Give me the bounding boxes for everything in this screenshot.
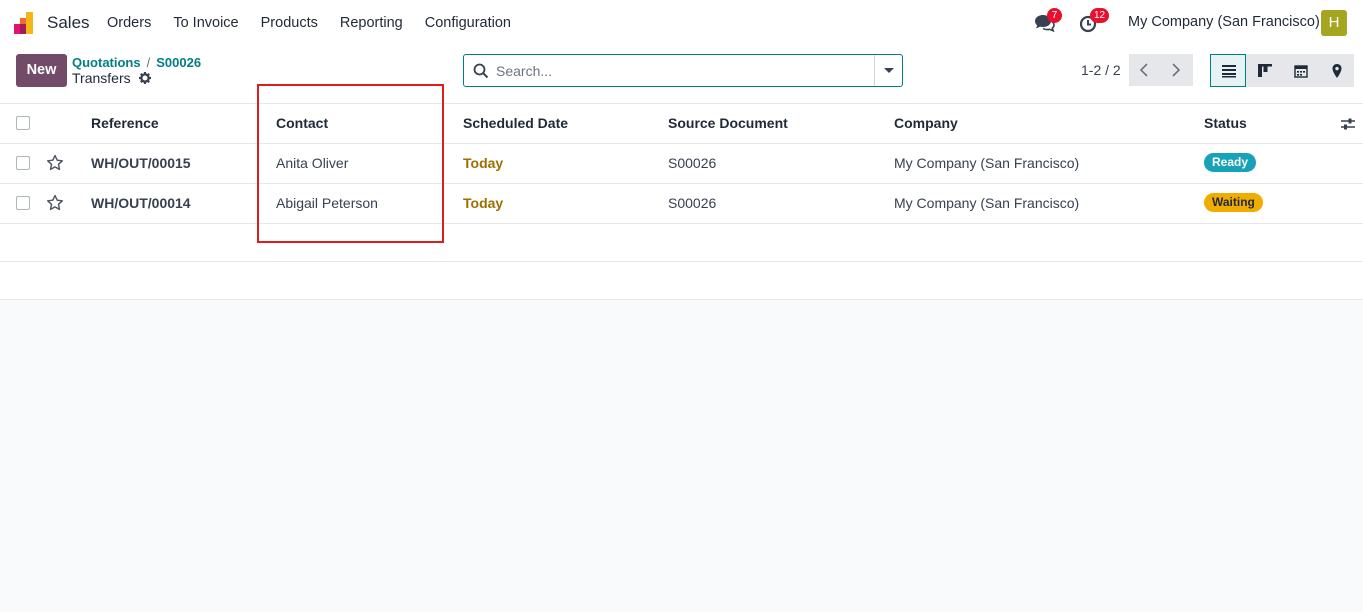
chevron-left-icon — [1139, 63, 1148, 77]
search-options-toggle[interactable] — [874, 55, 902, 86]
pager-previous-button[interactable] — [1129, 54, 1161, 86]
cell-source-document: S00026 — [668, 195, 717, 211]
star-icon[interactable] — [46, 194, 64, 212]
search-input[interactable] — [496, 55, 872, 86]
company-switcher[interactable]: My Company (San Francisco) — [1128, 14, 1320, 30]
breadcrumb-separator: / — [146, 55, 151, 70]
page-title: Transfers — [72, 70, 131, 86]
list-header: Reference Contact Scheduled Date Source … — [0, 104, 1363, 144]
menu-item-configuration[interactable]: Configuration — [414, 0, 522, 46]
menu-item-orders[interactable]: Orders — [96, 0, 162, 46]
column-header-scheduled-date[interactable]: Scheduled Date — [463, 104, 568, 143]
map-view-button[interactable] — [1318, 54, 1354, 87]
status-badge: Ready — [1204, 153, 1257, 172]
column-header-source-document[interactable]: Source Document — [668, 104, 788, 143]
menu-item-to-invoice[interactable]: To Invoice — [162, 0, 249, 46]
column-header-contact[interactable]: Contact — [276, 104, 328, 143]
status-badge: Waiting — [1204, 193, 1263, 212]
page-title-row: Transfers — [72, 70, 151, 86]
list-icon — [1222, 65, 1236, 78]
search-bar — [463, 54, 903, 87]
control-panel: New Quotations / S00026 Transfers 1-2 / 2 — [0, 46, 1363, 104]
activities-badge: 12 — [1090, 8, 1110, 23]
activities-button[interactable]: 12 — [1079, 8, 1110, 33]
user-avatar[interactable]: H — [1321, 10, 1347, 36]
breadcrumb: Quotations / S00026 — [72, 55, 201, 70]
select-all-checkbox[interactable] — [16, 116, 30, 130]
row-checkbox[interactable] — [16, 196, 30, 210]
row-checkbox[interactable] — [16, 156, 30, 170]
chevron-right-icon — [1172, 63, 1181, 77]
list-view-button[interactable] — [1210, 54, 1246, 87]
search-icon — [473, 63, 489, 79]
table-row[interactable]: WH/OUT/00015 Anita Oliver Today S00026 M… — [0, 144, 1363, 184]
cell-contact: Abigail Peterson — [276, 195, 378, 211]
calendar-view-button[interactable] — [1282, 54, 1318, 87]
optional-columns-icon[interactable] — [1340, 116, 1356, 132]
cell-reference: WH/OUT/00014 — [91, 195, 191, 211]
column-header-reference[interactable]: Reference — [91, 104, 159, 143]
pager-value[interactable]: 1-2 / 2 — [1081, 62, 1121, 78]
messages-badge: 7 — [1047, 8, 1062, 23]
cell-scheduled-date: Today — [463, 195, 504, 211]
menu-item-reporting[interactable]: Reporting — [329, 0, 414, 46]
messages-button[interactable]: 7 — [1033, 8, 1062, 33]
cell-contact: Anita Oliver — [276, 155, 349, 171]
cell-scheduled-date: Today — [463, 155, 504, 171]
breadcrumb-quotations[interactable]: Quotations — [72, 55, 141, 70]
pager-next-button[interactable] — [1161, 54, 1193, 86]
sales-app-icon[interactable] — [14, 12, 38, 34]
menu-item-products[interactable]: Products — [250, 0, 329, 46]
cell-source-document: S00026 — [668, 155, 717, 171]
main-menu: Orders To Invoice Products Reporting Con… — [96, 0, 522, 46]
new-button[interactable]: New — [16, 54, 67, 87]
gear-icon[interactable] — [138, 72, 151, 84]
kanban-view-button[interactable] — [1246, 54, 1282, 87]
column-header-status[interactable]: Status — [1204, 104, 1247, 143]
map-marker-icon — [1332, 64, 1342, 78]
kanban-icon — [1258, 64, 1272, 77]
view-switcher — [1210, 54, 1354, 87]
cell-company: My Company (San Francisco) — [894, 155, 1080, 171]
cell-company: My Company (San Francisco) — [894, 195, 1080, 211]
star-icon[interactable] — [46, 154, 64, 172]
cell-reference: WH/OUT/00015 — [91, 155, 191, 171]
empty-row — [0, 262, 1363, 300]
breadcrumb-s00026[interactable]: S00026 — [156, 55, 201, 70]
column-header-company[interactable]: Company — [894, 104, 958, 143]
app-name[interactable]: Sales — [47, 13, 90, 33]
empty-row — [0, 224, 1363, 262]
top-navbar: Sales Orders To Invoice Products Reporti… — [0, 0, 1363, 46]
calendar-icon — [1294, 65, 1308, 78]
transfers-list: Reference Contact Scheduled Date Source … — [0, 104, 1363, 300]
table-row[interactable]: WH/OUT/00014 Abigail Peterson Today S000… — [0, 184, 1363, 224]
